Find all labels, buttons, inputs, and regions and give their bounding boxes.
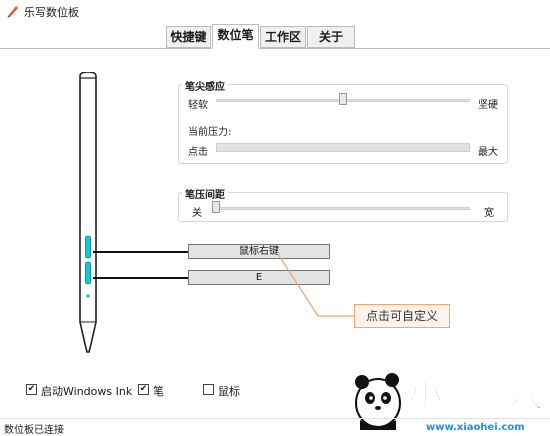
tab-shortcuts[interactable]: 快捷键 [166, 26, 211, 48]
callout-pointer [277, 253, 356, 317]
spacing-off-label: 关 [192, 208, 202, 219]
spacing-track[interactable] [212, 207, 470, 210]
mouse-mode-label: 鼠标 [218, 385, 240, 398]
windows-ink-checkbox[interactable]: ✔ [26, 384, 37, 395]
tip-sensitivity-slider-thumb[interactable] [339, 93, 347, 105]
pressure-max-label: 最大 [478, 147, 498, 158]
tab-about[interactable]: 关于 [307, 26, 355, 48]
pen-illustration [79, 72, 97, 353]
pressure-click-label: 点击 [188, 147, 208, 158]
tab-panel-border [0, 48, 550, 49]
app-pen-icon [7, 6, 18, 18]
lower-button-connector [93, 277, 188, 279]
watermark-brand: 小黑游戏 [408, 375, 544, 415]
current-pressure-bar [216, 143, 470, 152]
connection-status: 数位板已连接 [4, 425, 64, 436]
customize-hint-callout: 点击可自定义 [354, 304, 450, 328]
pressure-spacing-title: 笔压间距 [182, 186, 228, 201]
spacing-wide-label: 宽 [484, 208, 494, 219]
tip-pressure-title: 笔尖感应 [182, 78, 228, 93]
upper-button-connector [93, 251, 188, 253]
mouse-mode-checkbox[interactable] [203, 384, 214, 395]
pen-mode-label: 笔 [153, 385, 164, 398]
window-title: 乐写数位板 [24, 6, 79, 19]
tab-pen[interactable]: 数位笔 [212, 24, 259, 49]
tip-soft-label: 轻软 [188, 100, 208, 111]
pen-mode-checkbox[interactable]: ✔ [138, 384, 149, 395]
current-pressure-label: 当前压力: [188, 127, 232, 138]
status-bar: 数位板已连接 [0, 418, 550, 436]
tab-workarea[interactable]: 工作区 [260, 26, 306, 48]
windows-ink-label: 启动Windows Ink [41, 385, 133, 398]
spacing-slider-thumb[interactable] [212, 201, 220, 213]
tip-hard-label: 坚硬 [478, 100, 498, 111]
title-bar: 乐写数位板 [0, 0, 550, 22]
